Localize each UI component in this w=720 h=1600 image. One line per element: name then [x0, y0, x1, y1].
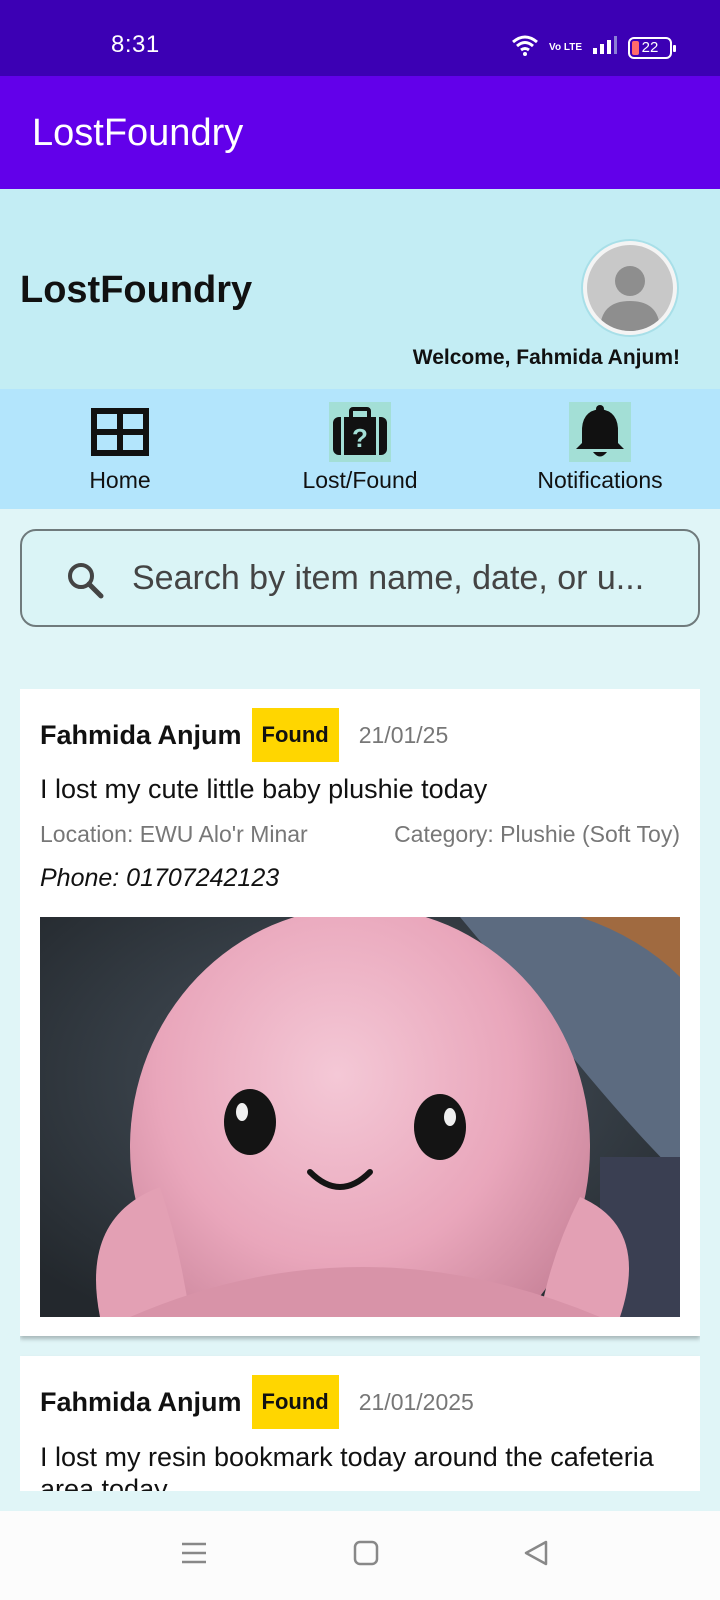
nav-item-home[interactable]: Home [0, 389, 240, 509]
post-date: 21/01/2025 [358, 1388, 474, 1415]
status-icons: Vo LTE 22 [511, 34, 676, 61]
status-bar: 8:31 Vo LTE 22 [0, 0, 720, 76]
grid-icon [89, 402, 151, 462]
post-category: Category: Plushie (Soft Toy) [394, 821, 680, 847]
profile-header: LostFoundry Welcome, Fahmida Anjum! [0, 189, 720, 389]
battery-level: 22 [641, 39, 659, 56]
post-author: Fahmida Anjum [40, 1386, 242, 1417]
status-badge: Found [251, 708, 339, 762]
user-avatar-icon [600, 266, 660, 331]
post-date: 21/01/25 [358, 721, 449, 748]
post-card[interactable]: Fahmida Anjum Found 21/01/2025 I lost my… [20, 1356, 700, 1491]
post-author: Fahmida Anjum [40, 719, 242, 750]
nav-label-lost-found: Lost/Found [302, 467, 418, 493]
app-bar-title: LostFoundry [32, 112, 244, 154]
post-header: Fahmida Anjum Found 21/01/2025 [40, 1375, 474, 1429]
search-input[interactable]: Search by item name, date, or u... [132, 531, 668, 625]
app-bar: LostFoundry [0, 76, 720, 189]
status-badge: Found [251, 1375, 339, 1429]
post-phone: Phone: 01707242123 [40, 864, 280, 892]
signal-icon [592, 35, 618, 60]
nav-item-notifications[interactable]: Notifications [480, 389, 720, 509]
home-square-icon[interactable] [352, 1539, 380, 1572]
nav-label-notifications: Notifications [537, 467, 663, 493]
volte-indicator: Vo LTE [549, 41, 582, 53]
battery-icon: 22 [628, 36, 676, 59]
nav-item-lost-found[interactable]: ? Lost/Found [240, 389, 480, 509]
post-description: I lost my cute little baby plushie today [40, 774, 488, 804]
nav-label-home: Home [89, 467, 151, 493]
page-title: LostFoundry [20, 269, 253, 311]
post-meta: Location: EWU Alo'r Minar Category: Plus… [40, 821, 680, 848]
bell-icon [569, 402, 631, 462]
post-photo [40, 917, 680, 1317]
svg-text:?: ? [352, 423, 368, 453]
top-nav: Home ? Lost/Found Notifications [0, 389, 720, 509]
system-nav-bar [0, 1511, 720, 1600]
post-location: Location: EWU Alo'r Minar [40, 821, 308, 847]
menu-icon[interactable] [180, 1539, 208, 1572]
post-feed: Fahmida Anjum Found 21/01/25 I lost my c… [20, 689, 700, 1491]
search-icon [66, 561, 104, 604]
post-card[interactable]: Fahmida Anjum Found 21/01/25 I lost my c… [20, 689, 700, 1336]
back-triangle-icon[interactable] [522, 1539, 550, 1572]
status-time: 8:31 [111, 31, 160, 58]
welcome-message: Welcome, Fahmida Anjum! [412, 346, 680, 369]
post-header: Fahmida Anjum Found 21/01/25 [40, 708, 448, 762]
wifi-icon [511, 34, 539, 61]
search-bar[interactable]: Search by item name, date, or u... [20, 529, 700, 627]
avatar[interactable] [583, 241, 677, 335]
post-description: I lost my resin bookmark today around th… [40, 1442, 654, 1491]
suitcase-question-icon: ? [329, 402, 391, 462]
